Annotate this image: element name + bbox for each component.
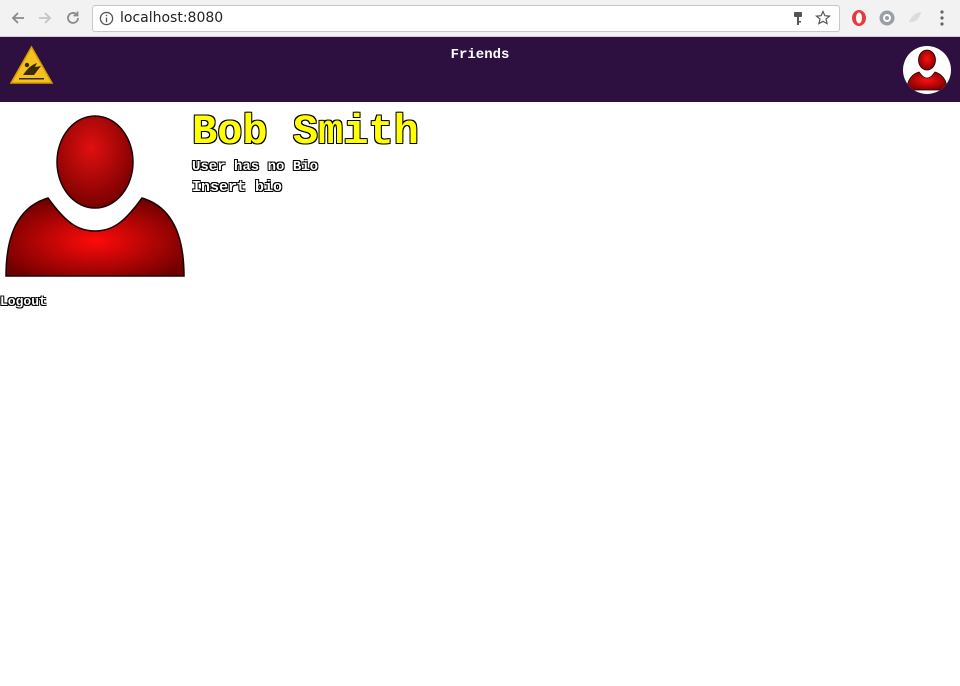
browser-toolbar: localhost:8080 [0, 0, 960, 37]
info-icon[interactable] [99, 11, 114, 26]
back-arrow-icon[interactable] [8, 8, 28, 28]
opera-extension-icon[interactable] [850, 9, 868, 27]
profile-name: Bob Smith [192, 108, 419, 156]
star-icon[interactable] [815, 10, 831, 26]
extension-icon-2[interactable] [906, 9, 924, 27]
profile-avatar [5, 115, 185, 277]
url-text[interactable]: localhost:8080 [120, 10, 223, 26]
reload-icon[interactable] [63, 8, 83, 28]
extension-icon[interactable] [878, 9, 896, 27]
insert-bio-link[interactable]: Insert bio [192, 179, 282, 196]
app-header: Friends [0, 37, 960, 102]
menu-icon[interactable] [934, 9, 950, 27]
header-avatar[interactable] [903, 46, 951, 94]
logout-link[interactable]: Logout [0, 294, 47, 309]
forward-arrow-icon[interactable] [35, 8, 55, 28]
nav-title-friends[interactable]: Friends [0, 47, 960, 63]
bio-status: User has no Bio [192, 159, 319, 175]
user-avatar-icon [906, 49, 948, 91]
address-bar[interactable]: localhost:8080 [92, 5, 840, 32]
key-icon[interactable] [791, 11, 805, 27]
